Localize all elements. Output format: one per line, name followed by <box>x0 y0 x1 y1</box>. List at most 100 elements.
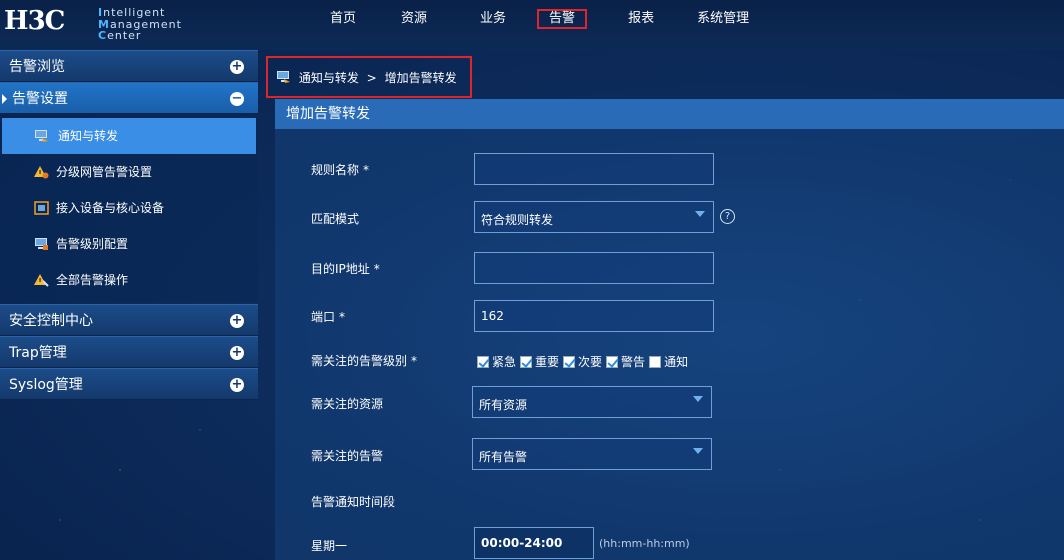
breadcrumb-parent-link[interactable]: 通知与转发 <box>299 71 359 85</box>
checkbox-box[interactable] <box>563 355 576 368</box>
chevron-down-icon <box>695 211 705 217</box>
alarm-value: 所有告警 <box>479 450 528 464</box>
sidebar-item-alarm-settings[interactable]: 告警设置 − <box>0 82 258 114</box>
warning-gear-icon <box>34 166 49 179</box>
nav-system[interactable]: 系统管理 <box>697 0 749 38</box>
breadcrumb: 通知与转发 > 增加告警转发 <box>276 69 457 86</box>
nav-report-label: 报表 <box>628 11 655 26</box>
dest-ip-label: 目的IP地址 * <box>311 260 380 277</box>
collapse-icon[interactable]: − <box>230 92 244 106</box>
sidebar-item-label: Trap管理 <box>9 345 67 361</box>
nav-system-label: 系统管理 <box>697 11 750 26</box>
nav-home[interactable]: 首页 <box>330 0 356 38</box>
monitor-arrow-icon <box>35 130 48 142</box>
sidebar-item-syslog[interactable]: Syslog管理 + <box>0 368 258 400</box>
breadcrumb-highlight: 通知与转发 > 增加告警转发 <box>266 56 472 98</box>
sidebar: 告警浏览 + 告警设置 − 通知与转发 分级网管告警设置 接入设备与核心设备 告… <box>0 50 258 400</box>
resource-value: 所有资源 <box>479 398 528 412</box>
sidebar-item-trap[interactable]: Trap管理 + <box>0 336 258 368</box>
rule-name-input[interactable] <box>474 153 714 185</box>
sidebar-subitem-all-alarm-ops[interactable]: 全部告警操作 <box>0 262 258 298</box>
checkbox-label: 次要 <box>578 355 603 369</box>
chevron-down-icon <box>693 448 703 454</box>
sidebar-subitem-hierarchical-alarm[interactable]: 分级网管告警设置 <box>0 154 258 190</box>
monitor-arrow-icon <box>277 71 290 83</box>
checkbox-box[interactable] <box>477 355 489 368</box>
nav-home-label: 首页 <box>330 11 357 26</box>
port-input[interactable] <box>474 300 714 332</box>
dest-ip-input[interactable] <box>474 252 714 284</box>
logo-text: Intelligent Management Center <box>98 7 229 41</box>
checkbox-label: 警告 <box>621 355 646 369</box>
sidebar-subitem-label: 全部告警操作 <box>56 273 129 287</box>
alarm-select-label: 需关注的告警 <box>311 449 384 463</box>
rule-name-label: 规则名称 * <box>311 161 369 178</box>
checkbox-label: 重要 <box>535 355 560 369</box>
checkbox-box[interactable] <box>649 355 662 368</box>
sidebar-item-label: 安全控制中心 <box>9 313 93 329</box>
sidebar-subitem-label: 分级网管告警设置 <box>56 165 153 179</box>
chevron-down-icon <box>693 396 703 402</box>
required-mark: * <box>411 354 418 368</box>
sidebar-subitem-label: 接入设备与核心设备 <box>56 201 165 215</box>
match-mode-label: 匹配模式 <box>311 212 360 226</box>
breadcrumb-current: 增加告警转发 <box>384 71 457 85</box>
level-warning-checkbox[interactable]: 警告 <box>606 353 645 370</box>
level-major-checkbox[interactable]: 重要 <box>520 353 559 370</box>
warning-wrench-icon <box>34 274 49 287</box>
help-icon[interactable]: ? <box>720 209 735 224</box>
top-bar: H3C Intelligent Management Center 首页 资源 … <box>0 0 1064 50</box>
expand-icon[interactable]: + <box>230 314 244 328</box>
required-mark: * <box>373 262 380 276</box>
alarm-level-checkboxes: 紧急 重要 次要 警告 通知 <box>477 353 692 370</box>
sidebar-item-security-center[interactable]: 安全控制中心 + <box>0 304 258 336</box>
logo-mark: H3C <box>4 6 65 36</box>
port-label: 端口 * <box>311 308 345 325</box>
sidebar-subitem-alarm-level-config[interactable]: 告警级别配置 <box>0 226 258 262</box>
sidebar-subitem-notify-forward[interactable]: 通知与转发 <box>2 118 256 154</box>
nav-alarm[interactable]: 告警 <box>537 0 588 38</box>
logo-line2b: enter <box>107 29 142 42</box>
nav-service[interactable]: 业务 <box>480 0 506 38</box>
level-critical-checkbox[interactable]: 紧急 <box>477 353 516 370</box>
panel-title: 增加告警转发 <box>275 99 1064 129</box>
sidebar-item-alarm-browse[interactable]: 告警浏览 + <box>0 50 258 82</box>
expand-icon[interactable]: + <box>230 378 244 392</box>
sidebar-subitem-label: 通知与转发 <box>58 129 119 143</box>
nav-resource-label: 资源 <box>401 11 428 26</box>
alarm-select[interactable]: 所有告警 <box>472 438 712 470</box>
match-mode-select[interactable]: 符合规则转发 <box>474 201 714 233</box>
sidebar-subitem-access-core-device[interactable]: 接入设备与核心设备 <box>0 190 258 226</box>
logo-cap-c: C <box>98 29 108 42</box>
level-minor-checkbox[interactable]: 次要 <box>563 353 602 370</box>
nav-resource[interactable]: 资源 <box>401 0 427 38</box>
monday-label: 星期一 <box>311 539 348 553</box>
checkbox-box[interactable] <box>520 355 533 368</box>
monitor-list-icon <box>35 238 48 250</box>
required-mark: * <box>339 310 346 324</box>
resource-select[interactable]: 所有资源 <box>472 386 712 418</box>
port-label-text: 端口 <box>311 310 336 324</box>
level-info-checkbox[interactable]: 通知 <box>649 353 688 370</box>
sidebar-item-label: 告警设置 <box>12 91 68 107</box>
add-alarm-forward-panel: 增加告警转发 规则名称* 匹配模式 符合规则转发 ? 目的IP地址* 端口* 需… <box>275 99 1064 560</box>
main-nav: 首页 资源 业务 告警 报表 系统管理 <box>310 0 749 38</box>
sidebar-subitem-label: 告警级别配置 <box>56 237 129 251</box>
sidebar-item-label: Syslog管理 <box>9 377 83 393</box>
checkbox-box[interactable] <box>606 355 619 368</box>
alarm-levels-label-text: 需关注的告警级别 <box>311 354 408 368</box>
alarm-settings-submenu: 通知与转发 分级网管告警设置 接入设备与核心设备 告警级别配置 全部告警操作 <box>0 114 258 302</box>
h3c-logo: H3C Intelligent Management Center <box>4 4 229 41</box>
expand-icon[interactable]: + <box>230 346 244 360</box>
time-format-hint: (hh:mm-hh:mm) <box>599 537 690 550</box>
checkbox-label: 紧急 <box>492 355 517 369</box>
alarm-levels-label: 需关注的告警级别 * <box>311 352 417 369</box>
rule-name-label-text: 规则名称 <box>311 163 360 177</box>
nav-report[interactable]: 报表 <box>628 0 654 38</box>
monday-time-input[interactable] <box>474 527 594 559</box>
device-link-icon <box>34 201 49 215</box>
required-mark: * <box>363 163 370 177</box>
expand-icon[interactable]: + <box>230 60 244 74</box>
nav-service-label: 业务 <box>480 11 507 26</box>
breadcrumb-separator: > <box>366 71 377 85</box>
